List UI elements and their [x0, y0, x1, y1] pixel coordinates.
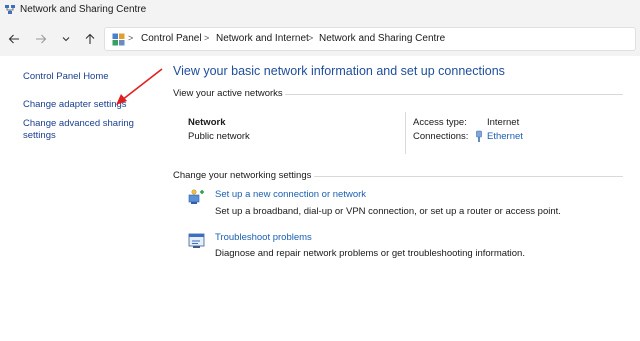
breadcrumb-control-panel[interactable]: Control Panel	[141, 33, 202, 44]
new-connection-icon	[188, 189, 204, 204]
troubleshoot-problems-description: Diagnose and repair network problems or …	[215, 248, 525, 259]
advanced-sharing-line-2: settings	[23, 129, 56, 141]
network-name: Network	[188, 117, 226, 128]
up-button[interactable]	[82, 31, 98, 47]
control-panel-icon	[112, 33, 125, 46]
arrow-right-icon	[36, 34, 47, 44]
chevron-down-icon	[62, 37, 70, 42]
section-divider	[285, 94, 623, 95]
ethernet-connection-link[interactable]: Ethernet	[487, 131, 523, 142]
breadcrumb-separator: >	[128, 33, 134, 43]
vertical-divider	[405, 112, 406, 154]
annotation-arrow-icon	[116, 68, 163, 105]
connections-label: Connections:	[413, 131, 469, 142]
arrow-up-icon	[85, 33, 95, 44]
window-title: Network and Sharing Centre	[20, 4, 147, 15]
setup-connection-description: Set up a broadband, dial-up or VPN conne…	[215, 206, 561, 217]
breadcrumb-network-and-internet[interactable]: Network and Internet	[216, 33, 309, 44]
ethernet-icon	[476, 130, 482, 142]
address-bar[interactable]: > Control Panel > Network and Internet >…	[104, 27, 636, 51]
change-settings-label: Change your networking settings	[173, 170, 312, 181]
back-button[interactable]	[6, 31, 22, 47]
page-heading: View your basic network information and …	[173, 64, 505, 78]
recent-locations-button[interactable]	[58, 31, 74, 47]
network-type[interactable]: Public network	[188, 131, 250, 142]
access-type-value: Internet	[487, 117, 520, 128]
advanced-sharing-line-1: Change advanced sharing	[23, 118, 134, 129]
breadcrumb-network-and-sharing-centre[interactable]: Network and Sharing Centre	[319, 33, 445, 44]
navigation-bar: > Control Panel > Network and Internet >…	[0, 22, 640, 56]
control-panel-home-link[interactable]: Control Panel Home	[23, 71, 109, 83]
change-advanced-sharing-settings-link[interactable]: Change advanced sharing settings	[23, 118, 134, 141]
network-sharing-icon	[5, 5, 15, 14]
troubleshoot-problems-link[interactable]: Troubleshoot problems	[215, 232, 312, 243]
troubleshoot-icon	[188, 233, 205, 248]
title-bar: Network and Sharing Centre	[0, 0, 640, 22]
network-sharing-window: Network and Sharing Centre > Control Pan…	[0, 0, 640, 341]
section-divider	[314, 176, 623, 177]
access-type-label: Access type:	[413, 117, 467, 128]
active-networks-label: View your active networks	[173, 88, 283, 99]
forward-button[interactable]	[33, 31, 49, 47]
setup-connection-link[interactable]: Set up a new connection or network	[215, 189, 366, 200]
breadcrumb-separator[interactable]: >	[204, 33, 209, 43]
arrow-left-icon	[8, 34, 19, 44]
breadcrumb-separator[interactable]: >	[308, 33, 313, 43]
